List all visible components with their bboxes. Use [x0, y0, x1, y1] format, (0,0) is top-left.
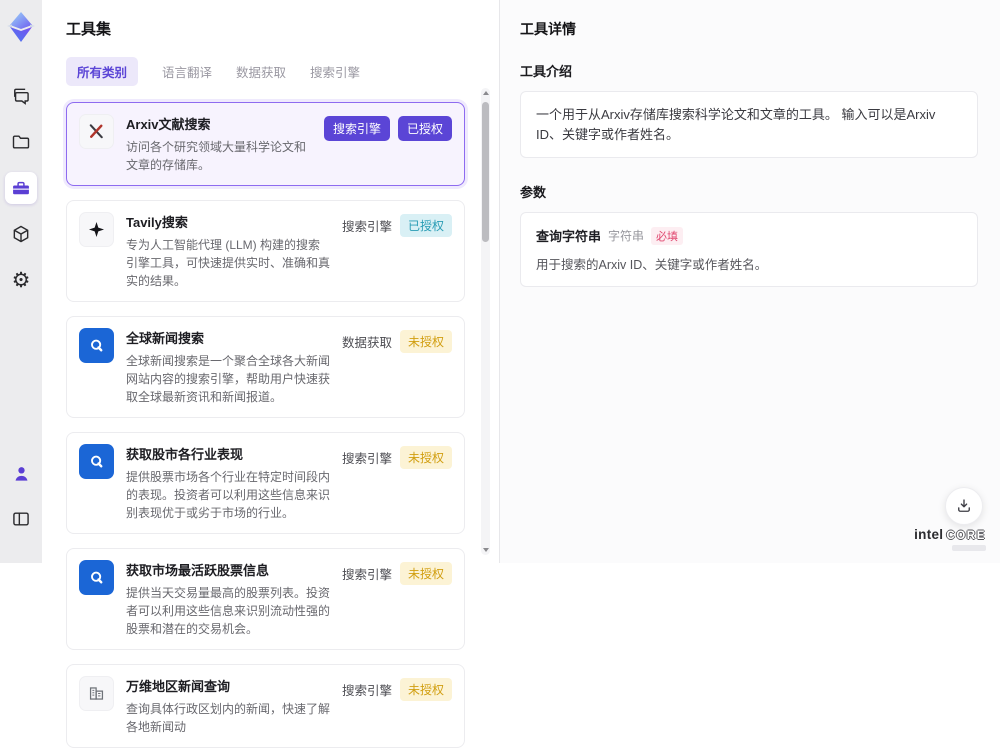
page-title: 工具集: [66, 21, 112, 38]
tool-card-global-news[interactable]: 全球新闻搜索 全球新闻搜索是一个聚合全球各大新闻网站内容的搜索引擎，帮助用户快速…: [66, 316, 465, 418]
user-icon: [15, 466, 27, 481]
sidebar-item-panels[interactable]: [5, 503, 37, 535]
arxiv-logo-icon: [79, 114, 114, 149]
tool-title: 万维地区新闻查询: [126, 679, 231, 694]
card-tags: 搜索引擎 已授权: [323, 116, 452, 141]
category-tag: 数据获取: [341, 336, 392, 350]
category-tag-button[interactable]: 搜索引擎: [323, 116, 390, 141]
intro-heading: 工具介绍: [520, 64, 573, 79]
regional-news-icon: [79, 676, 114, 711]
folder-icon: [12, 135, 30, 149]
tool-description: 全球新闻搜索是一个聚合全球各大新闻网站内容的搜索引擎，帮助用户快速获取全球最新资…: [126, 354, 331, 404]
unauthorized-badge: 未授权: [399, 562, 452, 585]
tool-card-list: Arxiv文献搜索 访问各个研究领域大量科学论文和文章的存储库。 搜索引擎 已授…: [66, 102, 465, 748]
scrollbar-down-arrow-icon[interactable]: [481, 545, 490, 555]
sidebar-item-packages[interactable]: [5, 218, 37, 250]
tool-title: Tavily搜索: [126, 215, 188, 230]
card-body: 万维地区新闻查询 查询具体行政区划内的新闻，快速了解各地新闻动: [114, 676, 342, 736]
list-scrollbar[interactable]: [481, 88, 490, 555]
card-tags: 搜索引擎 未授权: [342, 446, 452, 469]
tool-description: 提供当天交易量最高的股票列表。投资者可以利用这些信息来识别流动性强的股票和潜在的…: [126, 586, 331, 636]
tab-language-translation[interactable]: 语言翻译: [162, 57, 212, 86]
tool-card-arxiv[interactable]: Arxiv文献搜索 访问各个研究领域大量科学论文和文章的存储库。 搜索引擎 已授…: [66, 102, 465, 186]
tool-description: 查询具体行政区划内的新闻，快速了解各地新闻动: [126, 702, 331, 734]
app-logo-gem-icon: [7, 12, 35, 42]
card-tags: 搜索引擎 未授权: [342, 678, 452, 701]
intel-core-logo: intel CORE: [914, 527, 986, 551]
sidebar-item-account[interactable]: [5, 457, 37, 489]
tool-card-tavily[interactable]: Tavily搜索 专为人工智能代理 (LLM) 构建的搜索引擎工具，可快速提供实…: [66, 200, 465, 302]
param-description: 用于搜索的Arxiv ID、关键字或作者姓名。: [536, 258, 768, 272]
tab-search-engine[interactable]: 搜索引擎: [310, 57, 360, 86]
card-body: Tavily搜索 专为人工智能代理 (LLM) 构建的搜索引擎工具，可快速提供实…: [114, 212, 342, 290]
card-body: Arxiv文献搜索 访问各个研究领域大量科学论文和文章的存储库。: [114, 114, 324, 174]
tool-card-active-stocks[interactable]: 获取市场最活跃股票信息 提供当天交易量最高的股票列表。投资者可以利用这些信息来识…: [66, 548, 465, 650]
param-required-badge: 必填: [651, 226, 684, 245]
toolbox-icon: [13, 181, 29, 195]
scrollbar-up-arrow-icon[interactable]: [481, 88, 490, 98]
package-icon: [13, 225, 29, 243]
tool-title: Arxiv文献搜索: [126, 117, 211, 132]
scrollbar-thumb[interactable]: [482, 102, 489, 242]
card-tags: 搜索引擎 已授权: [342, 214, 452, 237]
category-tag: 搜索引擎: [341, 452, 392, 466]
tool-list-panel: 工具集 所有类别 语言翻译 数据获取 搜索引擎 Arxiv文献搜索 访问各个研究…: [42, 0, 500, 748]
card-tags: 搜索引擎 未授权: [342, 562, 452, 585]
unauthorized-badge: 未授权: [399, 446, 452, 469]
category-tag: 搜索引擎: [341, 684, 392, 698]
intro-box: 一个用于从Arxiv存储库搜索科学论文和文章的工具。 输入可以是Arxiv ID…: [520, 91, 978, 158]
params-box: 查询字符串 字符串 必填 用于搜索的Arxiv ID、关键字或作者姓名。: [520, 212, 978, 287]
tool-description: 专为人工智能代理 (LLM) 构建的搜索引擎工具，可快速提供实时、准确和真实的结…: [126, 238, 331, 288]
sidebar-rail: ⚙: [0, 0, 42, 563]
card-tags: 数据获取 未授权: [342, 330, 452, 353]
authorized-tag-button[interactable]: 已授权: [397, 116, 452, 141]
category-tabs: 所有类别 语言翻译 数据获取 搜索引擎: [66, 57, 465, 86]
download-icon: [958, 499, 970, 512]
detail-title: 工具详情: [520, 21, 576, 37]
tool-title: 获取股市各行业表现: [126, 447, 244, 462]
category-tag: 搜索引擎: [341, 568, 392, 582]
tool-description: 提供股票市场各个行业在特定时间段内的表现。投资者可以利用这些信息来识别表现优于或…: [126, 470, 331, 520]
download-button[interactable]: [945, 487, 983, 525]
main-area: 工具集 所有类别 语言翻译 数据获取 搜索引擎 Arxiv文献搜索 访问各个研究…: [42, 0, 1000, 748]
split-panel-icon: [13, 512, 29, 526]
sidebar-item-files[interactable]: [5, 126, 37, 158]
market-sector-icon: [79, 444, 114, 479]
card-body: 获取市场最活跃股票信息 提供当天交易量最高的股票列表。投资者可以利用这些信息来识…: [114, 560, 342, 638]
param-type: 字符串: [608, 229, 645, 243]
chat-icon: [14, 88, 29, 105]
unauthorized-badge: 未授权: [399, 678, 452, 701]
category-tag: 搜索引擎: [341, 220, 392, 234]
tool-detail-panel: 工具详情 工具介绍 一个用于从Arxiv存储库搜索科学论文和文章的工具。 输入可…: [500, 0, 1000, 563]
active-stocks-icon: [79, 560, 114, 595]
sparkle-icon: [79, 212, 114, 247]
tool-card-regional-news[interactable]: 万维地区新闻查询 查询具体行政区划内的新闻，快速了解各地新闻动 搜索引擎 未授权: [66, 664, 465, 748]
authorized-badge: 已授权: [399, 214, 452, 237]
brand-core-text: CORE: [946, 530, 986, 542]
sidebar-item-tools[interactable]: [5, 172, 37, 204]
news-search-icon: [79, 328, 114, 363]
brand-sub-mark: [952, 545, 986, 551]
tool-card-sector-performance[interactable]: 获取股市各行业表现 提供股票市场各个行业在特定时间段内的表现。投资者可以利用这些…: [66, 432, 465, 534]
tool-title: 全球新闻搜索: [126, 331, 205, 346]
unauthorized-badge: 未授权: [399, 330, 452, 353]
gear-icon: ⚙: [11, 268, 31, 292]
tab-data-fetch[interactable]: 数据获取: [236, 57, 286, 86]
sidebar-item-settings[interactable]: ⚙: [5, 264, 37, 296]
card-body: 全球新闻搜索 全球新闻搜索是一个聚合全球各大新闻网站内容的搜索引擎，帮助用户快速…: [114, 328, 342, 406]
param-header: 查询字符串 字符串 必填: [536, 226, 962, 245]
intro-text: 一个用于从Arxiv存储库搜索科学论文和文章的工具。 输入可以是Arxiv ID…: [536, 107, 936, 142]
brand-intel-text: intel: [914, 527, 944, 542]
params-heading: 参数: [520, 185, 547, 200]
card-body: 获取股市各行业表现 提供股票市场各个行业在特定时间段内的表现。投资者可以利用这些…: [114, 444, 342, 522]
sidebar-item-chat[interactable]: [5, 80, 37, 112]
tab-all-categories[interactable]: 所有类别: [66, 57, 139, 86]
tool-description: 访问各个研究领域大量科学论文和文章的存储库。: [126, 140, 307, 172]
param-name: 查询字符串: [536, 229, 602, 244]
